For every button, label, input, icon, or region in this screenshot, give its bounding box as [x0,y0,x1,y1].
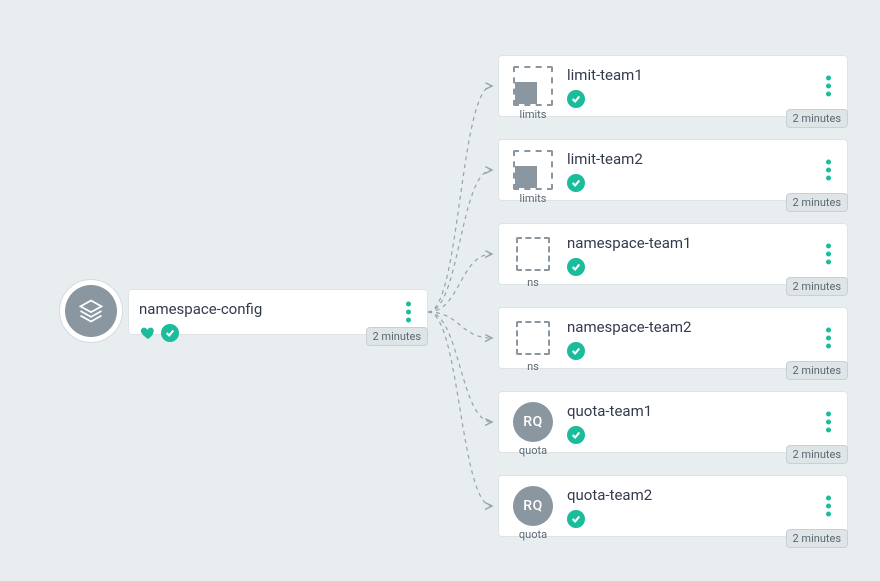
rq-icon: RQquota [509,402,557,457]
check-icon [567,426,585,444]
child-status [567,510,835,528]
child-status [567,90,835,108]
child-status [567,426,835,444]
rq-icon: RQquota [509,486,557,541]
heart-icon [139,324,157,342]
child-menu-button[interactable] [822,324,835,353]
root-time-badge: 2 minutes [366,327,428,346]
child-node[interactable]: limitslimit-team22 minutes [498,139,848,201]
child-title: namespace-team2 [567,318,835,336]
check-icon [567,90,585,108]
root-app-icon [59,279,123,343]
child-node[interactable]: nsnamespace-team12 minutes [498,223,848,285]
child-title: limit-team1 [567,66,835,84]
check-icon [161,324,179,342]
kind-label: ns [527,276,539,289]
limits-icon: limits [509,150,557,205]
child-menu-button[interactable] [822,156,835,185]
kind-label: quota [519,444,547,457]
child-time-badge: 2 minutes [786,445,848,464]
ns-icon: ns [509,234,557,289]
check-icon [567,258,585,276]
check-icon [567,342,585,360]
check-icon [567,174,585,192]
child-node[interactable]: nsnamespace-team22 minutes [498,307,848,369]
ns-icon: ns [509,318,557,373]
kind-label: ns [527,360,539,373]
child-node[interactable]: limitslimit-team12 minutes [498,55,848,117]
child-menu-button[interactable] [822,408,835,437]
child-title: namespace-team1 [567,234,835,252]
child-title: quota-team1 [567,402,835,420]
child-time-badge: 2 minutes [786,109,848,128]
child-status [567,342,835,360]
child-status [567,258,835,276]
child-node[interactable]: RQquotaquota-team22 minutes [498,475,848,537]
root-title: namespace-config [139,300,415,318]
child-title: limit-team2 [567,150,835,168]
child-time-badge: 2 minutes [786,277,848,296]
kind-label: limits [520,192,547,205]
child-time-badge: 2 minutes [786,361,848,380]
kind-label: quota [519,528,547,541]
child-status [567,174,835,192]
child-title: quota-team2 [567,486,835,504]
child-time-badge: 2 minutes [786,529,848,548]
root-node[interactable]: namespace-config 2 minutes [128,289,428,335]
check-icon [567,510,585,528]
child-menu-button[interactable] [822,240,835,269]
root-menu-button[interactable] [402,298,415,327]
child-node[interactable]: RQquotaquota-team12 minutes [498,391,848,453]
stack-icon [77,297,105,325]
child-time-badge: 2 minutes [786,193,848,212]
kind-label: limits [520,108,547,121]
child-menu-button[interactable] [822,72,835,101]
child-menu-button[interactable] [822,492,835,521]
limits-icon: limits [509,66,557,121]
